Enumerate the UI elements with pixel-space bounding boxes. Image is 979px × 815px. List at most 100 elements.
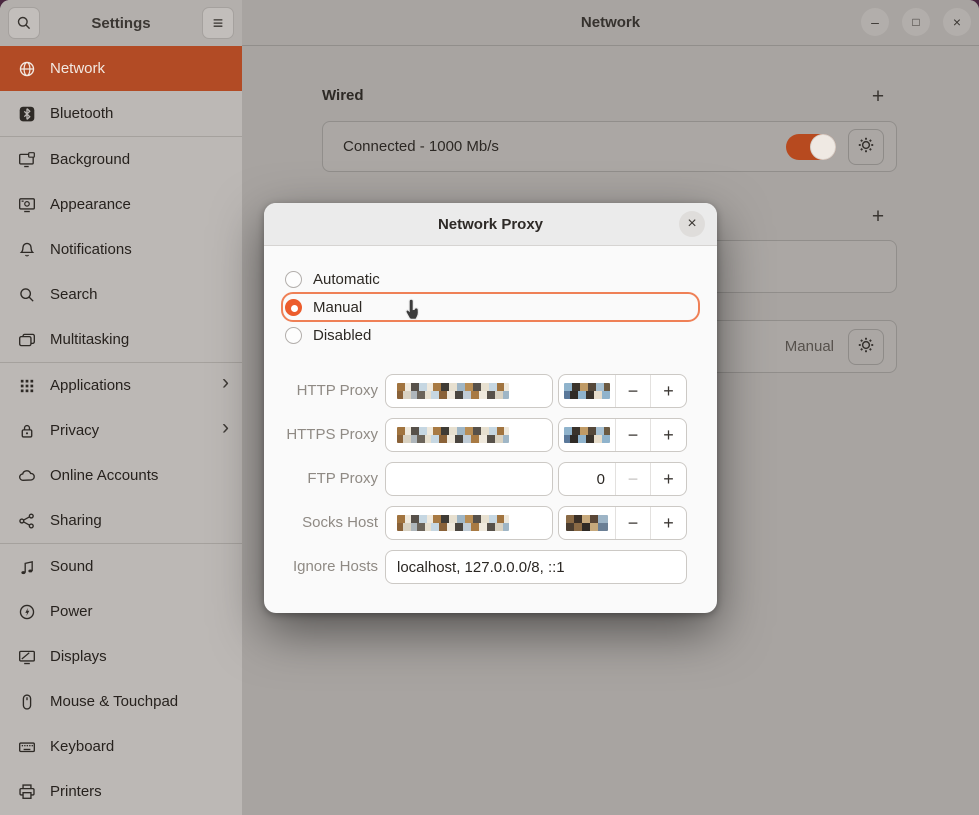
sidebar-item-mouse-touchpad[interactable]: Mouse & Touchpad — [0, 679, 242, 724]
close-icon: × — [687, 215, 696, 233]
wired-section-label: Wired — [322, 87, 364, 104]
multitasking-icon — [18, 331, 36, 349]
sidebar-item-online-accounts[interactable]: Online Accounts — [0, 453, 242, 498]
sidebar-item-keyboard[interactable]: Keyboard — [0, 724, 242, 769]
sidebar-item-appearance[interactable]: Appearance — [0, 182, 242, 227]
maximize-button[interactable]: □ — [902, 8, 930, 36]
sidebar-item-sound[interactable]: Sound — [0, 544, 242, 589]
bluetooth-icon — [18, 105, 36, 123]
page-title: Network — [581, 14, 640, 31]
radio-icon — [285, 271, 302, 288]
socks-port-value[interactable] — [559, 507, 616, 539]
sidebar-item-label: Power — [50, 603, 93, 620]
https-proxy-input[interactable] — [385, 418, 553, 452]
radio-option-disabled[interactable]: Disabled — [285, 321, 371, 349]
appearance-icon — [18, 196, 36, 214]
sidebar-item-label: Bluetooth — [50, 105, 113, 122]
radio-label: Disabled — [313, 327, 371, 344]
sidebar-title: Settings — [91, 15, 150, 32]
sidebar-item-multitasking[interactable]: Multitasking — [0, 317, 242, 362]
close-icon: × — [953, 15, 961, 29]
main-headerbar: Network – □ × — [242, 0, 979, 46]
http-proxy-label: HTTP Proxy — [264, 374, 378, 408]
sidebar-item-applications[interactable]: Applications › — [0, 363, 242, 408]
sidebar-item-notifications[interactable]: Notifications — [0, 227, 242, 272]
plus-icon: + — [663, 381, 674, 402]
add-vpn-button[interactable]: + — [866, 204, 890, 228]
keyboard-icon — [18, 738, 36, 756]
sidebar-item-power[interactable]: Power — [0, 589, 242, 634]
radio-option-manual[interactable]: Manual — [285, 293, 362, 321]
minimize-icon: – — [871, 15, 879, 29]
ftp-port-increment-button[interactable]: + — [651, 463, 686, 495]
search-button[interactable] — [8, 7, 40, 39]
sidebar-item-network[interactable]: Network — [0, 46, 242, 91]
http-port-decrement-button[interactable]: − — [616, 375, 651, 407]
redacted-host-value — [397, 427, 509, 443]
socks-port-increment-button[interactable]: + — [651, 507, 686, 539]
minimize-button[interactable]: – — [861, 8, 889, 36]
add-wired-connection-button[interactable]: + — [866, 84, 890, 108]
ftp-proxy-input[interactable] — [385, 462, 553, 496]
gear-icon — [857, 336, 875, 357]
socks-port-spinner: − + — [558, 506, 687, 540]
http-proxy-input[interactable] — [385, 374, 553, 408]
sidebar-header: Settings ≡ — [0, 0, 242, 46]
ftp-port-spinner: 0 − + — [558, 462, 687, 496]
sidebar-item-label: Keyboard — [50, 738, 114, 755]
sidebar-item-label: Network — [50, 60, 105, 77]
ftp-port-value[interactable]: 0 — [559, 463, 616, 495]
https-port-decrement-button[interactable]: − — [616, 419, 651, 451]
sidebar-item-label: Mouse & Touchpad — [50, 693, 178, 710]
sidebar-list: Network Bluetooth Background Appearance … — [0, 46, 242, 814]
sidebar-item-background[interactable]: Background — [0, 137, 242, 182]
radio-option-automatic[interactable]: Automatic — [285, 265, 380, 293]
https-port-increment-button[interactable]: + — [651, 419, 686, 451]
dialog-close-button[interactable]: × — [679, 211, 705, 237]
ftp-port-decrement-button: − — [616, 463, 651, 495]
sidebar-item-label: Appearance — [50, 196, 131, 213]
http-port-value[interactable] — [559, 375, 616, 407]
background-icon — [18, 151, 36, 169]
ignore-hosts-input[interactable]: localhost, 127.0.0.0/8, ::1 — [385, 550, 687, 584]
dialog-title: Network Proxy — [438, 216, 543, 233]
close-button[interactable]: × — [943, 8, 971, 36]
sidebar-item-displays[interactable]: Displays — [0, 634, 242, 679]
minus-icon: − — [628, 513, 639, 534]
radio-label: Manual — [313, 299, 362, 316]
sidebar-item-label: Applications — [50, 377, 131, 394]
http-port-increment-button[interactable]: + — [651, 375, 686, 407]
proxy-settings-button[interactable] — [848, 329, 884, 365]
sidebar-item-bluetooth[interactable]: Bluetooth — [0, 91, 242, 136]
wired-toggle[interactable] — [786, 134, 836, 160]
minus-icon: − — [628, 381, 639, 402]
sidebar-item-privacy[interactable]: Privacy › — [0, 408, 242, 453]
gear-icon — [857, 136, 875, 157]
music-note-icon — [18, 558, 36, 576]
printer-icon — [18, 783, 36, 801]
share-icon — [18, 512, 36, 530]
sidebar-item-label: Sharing — [50, 512, 102, 529]
sidebar-item-label: Notifications — [50, 241, 132, 258]
https-port-value[interactable] — [559, 419, 616, 451]
sidebar-item-label: Sound — [50, 558, 93, 575]
bell-icon — [18, 241, 36, 259]
wired-settings-button[interactable] — [848, 129, 884, 165]
menu-button[interactable]: ≡ — [202, 7, 234, 39]
socks-port-decrement-button[interactable]: − — [616, 507, 651, 539]
ignore-hosts-value: localhost, 127.0.0.0/8, ::1 — [397, 559, 565, 576]
sidebar-item-printers[interactable]: Printers — [0, 769, 242, 814]
plus-icon: + — [872, 86, 884, 107]
redacted-host-value — [397, 383, 509, 399]
sidebar-item-search[interactable]: Search — [0, 272, 242, 317]
sidebar-item-sharing[interactable]: Sharing — [0, 498, 242, 543]
power-icon — [18, 603, 36, 621]
minus-icon: − — [628, 425, 639, 446]
maximize-icon: □ — [912, 16, 919, 28]
plus-icon: + — [663, 469, 674, 490]
redacted-port-value — [564, 427, 610, 443]
ftp-proxy-label: FTP Proxy — [264, 462, 378, 496]
sidebar-item-label: Privacy — [50, 422, 99, 439]
socks-host-input[interactable] — [385, 506, 553, 540]
redacted-host-value — [397, 515, 509, 531]
